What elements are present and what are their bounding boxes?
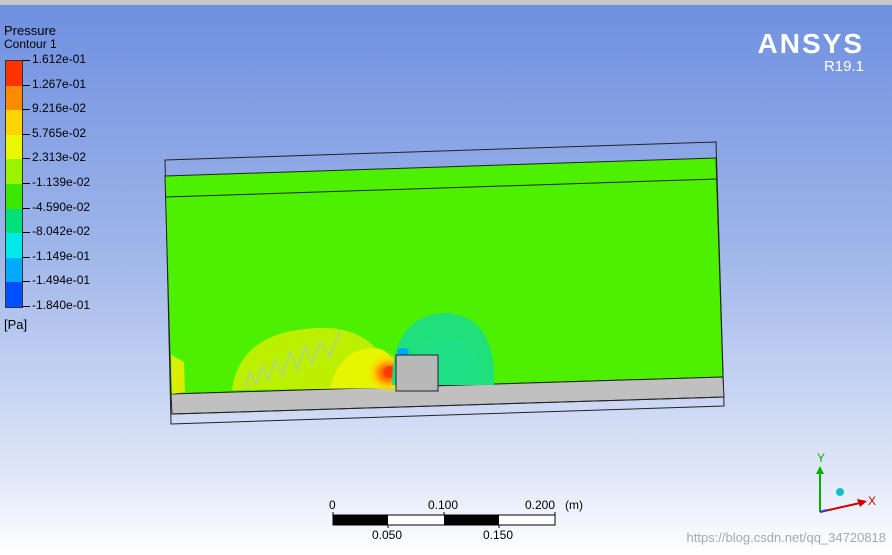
scale-label-200: 0.200 xyxy=(525,498,556,512)
x-axis-arrow-icon xyxy=(857,499,867,507)
scale-unit: (m) xyxy=(565,498,583,512)
graphics-viewport[interactable]: Pressure Contour 1 1.612e-01 1.267e-01 9.2… xyxy=(0,0,892,555)
z-axis-icon xyxy=(819,509,828,513)
axis-triad[interactable]: Y X xyxy=(805,450,885,520)
scale-label-100: 0.100 xyxy=(428,498,459,512)
y-axis-label: Y xyxy=(817,451,825,465)
x-axis-label: X xyxy=(868,494,876,508)
scale-bar xyxy=(332,512,556,528)
scale-label-0: 0 xyxy=(329,498,336,512)
origin-sphere-icon xyxy=(836,488,844,496)
scale-label-150: 0.150 xyxy=(483,528,514,542)
watermark: https://blog.csdn.net/qq_34720818 xyxy=(686,530,887,545)
scale-label-050: 0.050 xyxy=(372,528,403,542)
y-axis-arrow-icon xyxy=(816,466,824,474)
